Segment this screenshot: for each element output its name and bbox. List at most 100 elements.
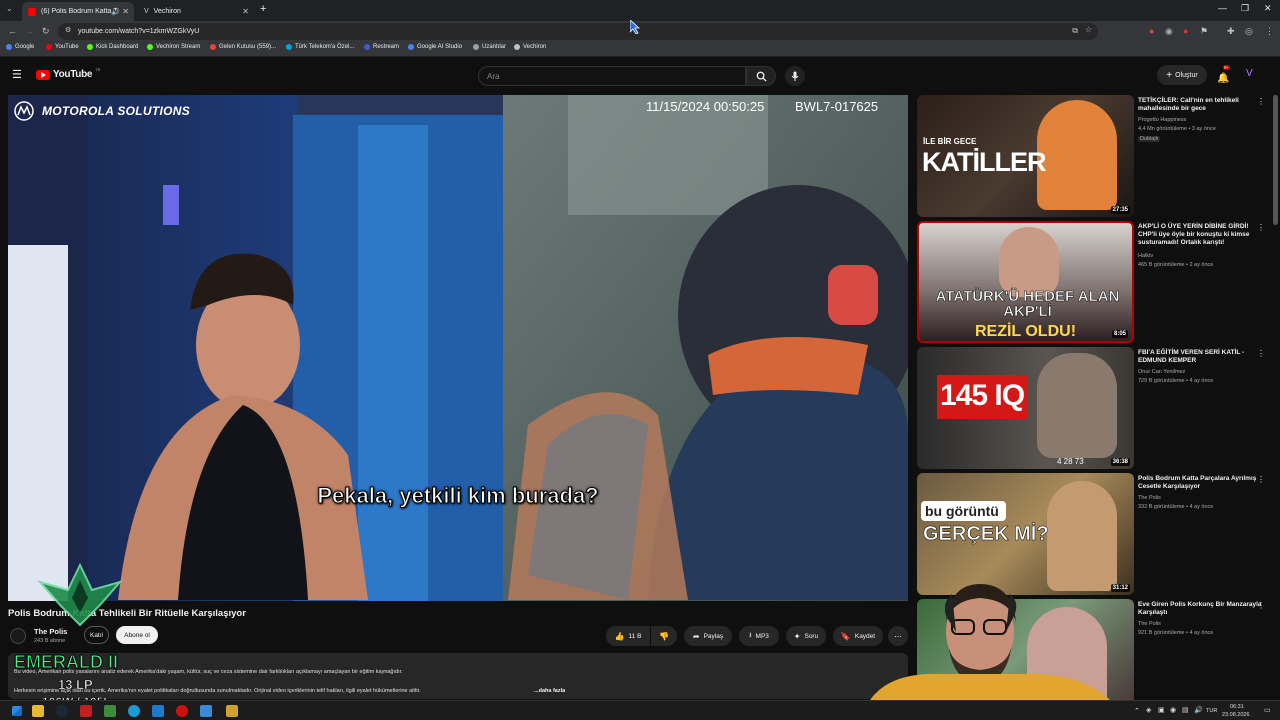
bookmark-kick-dashboard[interactable]: Kick Dashboard bbox=[87, 44, 138, 50]
recommendation-item[interactable]: ATATÜRK'Ü HEDEF ALAN AKP'Lİ REZİL OLDU! … bbox=[917, 221, 1267, 343]
app-icon[interactable] bbox=[226, 705, 238, 717]
video-player[interactable]: MOTOROLA SOLUTIONS 11/15/2024 00:50:25 B… bbox=[8, 95, 908, 601]
recommendation-meta: 332 B görüntüleme • 4 ay önce bbox=[1138, 504, 1214, 510]
profile-icon[interactable]: ◎ bbox=[1245, 26, 1253, 37]
youtube-logo[interactable]: YouTube TR bbox=[36, 67, 101, 80]
page-scrollbar[interactable] bbox=[1273, 95, 1278, 225]
recommendation-title[interactable]: Polis Bodrum Katta Parçalara Ayrılmış Ce… bbox=[1138, 475, 1266, 491]
bookmark-vechiron-stream[interactable]: Vechiron Stream bbox=[147, 44, 200, 50]
clock-time[interactable]: 06:31 bbox=[1230, 704, 1244, 710]
bookmark-youtube[interactable]: YouTube bbox=[46, 44, 79, 50]
vechiron-icon bbox=[514, 44, 520, 50]
recommendation-thumbnail[interactable]: İLE BİR GECE KATİLLER 27:35 bbox=[917, 95, 1134, 217]
channel-avatar[interactable] bbox=[10, 628, 26, 644]
bookmark-star-icon[interactable]: ☆ bbox=[1085, 25, 1092, 34]
recommendation-thumbnail[interactable]: 145 IQ 4 28 73 36:38 bbox=[917, 347, 1134, 469]
tab-search-icon[interactable]: ⌄ bbox=[6, 4, 13, 13]
share-button[interactable]: ➦ Paylaş bbox=[684, 626, 732, 646]
thumbnail-small-text: 4 28 73 bbox=[1057, 457, 1084, 466]
thumbs-up-icon: 👍 bbox=[614, 631, 625, 641]
start-icon[interactable] bbox=[12, 706, 22, 716]
reload-icon[interactable]: ↻ bbox=[42, 26, 50, 37]
more-options-icon[interactable]: ⋮ bbox=[1257, 475, 1265, 484]
recommendation-channel[interactable]: Progetto Happiness bbox=[1138, 117, 1186, 123]
recommendation-channel[interactable]: The Polis bbox=[1138, 621, 1161, 627]
tray-app-icon[interactable]: ▣ bbox=[1158, 706, 1165, 714]
install-icon[interactable]: ⧉ bbox=[1072, 26, 1078, 36]
app-icon[interactable] bbox=[80, 705, 92, 717]
description-box[interactable]: Bu video, Amerikan polis yasalarını anal… bbox=[8, 653, 908, 699]
like-button[interactable]: 👍 11 B bbox=[606, 626, 650, 646]
bookmark-extensions[interactable]: Uzantılar bbox=[473, 44, 506, 50]
clock-date[interactable]: 23.08.2026 bbox=[1222, 712, 1250, 718]
browser-toolbar: ← → ↻ ⚙ youtube.com/watch?v=1zkmWZGkVyU … bbox=[0, 21, 1280, 42]
tab-vechiron[interactable]: V Vechiron ✕ bbox=[138, 2, 254, 21]
show-more-link[interactable]: ...daha fazla bbox=[534, 688, 565, 694]
app-icon[interactable] bbox=[200, 705, 212, 717]
bookmark-gmail[interactable]: Gelen Kutusu (559)... bbox=[210, 44, 276, 50]
browser-menu-icon[interactable]: ⋮ bbox=[1265, 26, 1274, 37]
file-explorer-icon[interactable] bbox=[32, 705, 44, 717]
tray-app-icon[interactable]: ◉ bbox=[1170, 706, 1176, 714]
recommendation-channel[interactable]: Halktv bbox=[1138, 253, 1153, 259]
maximize-icon[interactable]: ❐ bbox=[1241, 3, 1249, 14]
ask-button[interactable]: ✦ Soru bbox=[786, 626, 826, 646]
more-options-icon[interactable]: ⋮ bbox=[1257, 97, 1265, 106]
recommendation-title[interactable]: Eve Giren Polis Korkunç Bir Manzarayla K… bbox=[1138, 601, 1266, 617]
bookmark-ai-studio[interactable]: Google AI Studio bbox=[408, 44, 462, 50]
create-button[interactable]: + Oluştur bbox=[1157, 65, 1207, 85]
forward-icon[interactable]: → bbox=[25, 26, 34, 37]
recommendation-thumbnail[interactable]: ATATÜRK'Ü HEDEF ALAN AKP'Lİ REZİL OLDU! … bbox=[917, 221, 1134, 343]
extension-icon[interactable]: ● bbox=[1183, 26, 1188, 37]
recommendation-channel[interactable]: Onur Can Yenilmez bbox=[1138, 369, 1185, 375]
more-options-icon[interactable]: ⋮ bbox=[1257, 223, 1265, 232]
recommendation-title[interactable]: TETİKÇİLER: Call'nin en tehlikeli mahall… bbox=[1138, 97, 1266, 113]
extension-icon[interactable]: ⚑ bbox=[1200, 26, 1208, 37]
bookmark-turk-telekom[interactable]: Türk Telekom'a Özel... bbox=[286, 44, 354, 50]
tray-chevron-icon[interactable]: ⌃ bbox=[1134, 707, 1140, 715]
recommendation-item[interactable]: 145 IQ 4 28 73 36:38 FBI'A EĞİTİM VEREN … bbox=[917, 347, 1267, 469]
tab-close-icon[interactable]: ✕ bbox=[242, 7, 249, 16]
more-options-icon[interactable]: ⋮ bbox=[1257, 349, 1265, 358]
recommendation-item[interactable]: İLE BİR GECE KATİLLER 27:35 TETİKÇİLER: … bbox=[917, 95, 1267, 217]
recommendation-title[interactable]: FBI'A EĞİTİM VEREN SERİ KATİL - EDMUND K… bbox=[1138, 349, 1266, 365]
tab-close-icon[interactable]: ✕ bbox=[122, 7, 129, 16]
search-input[interactable]: Ara bbox=[478, 66, 746, 86]
mp3-button[interactable]: ⭳ MP3 bbox=[739, 626, 779, 646]
tab-youtube[interactable]: (6) Polis Bodrum Katta Tehl 🔊 ✕ bbox=[22, 2, 134, 21]
app-icon[interactable] bbox=[176, 705, 188, 717]
steam-icon[interactable] bbox=[56, 705, 68, 717]
back-icon[interactable]: ← bbox=[8, 26, 17, 37]
webcam-frame bbox=[870, 584, 1110, 700]
dislike-button[interactable]: 👎 bbox=[651, 626, 677, 646]
voice-search-button[interactable] bbox=[785, 66, 805, 86]
bookmark-google[interactable]: Google bbox=[6, 44, 34, 50]
volume-icon[interactable]: 🔊 bbox=[1194, 706, 1203, 714]
extension-icon[interactable]: ◉ bbox=[1165, 26, 1173, 37]
site-info-icon[interactable]: ⚙ bbox=[65, 26, 71, 34]
new-tab-button[interactable]: + bbox=[260, 3, 266, 15]
minimize-icon[interactable]: — bbox=[1218, 3, 1227, 13]
extension-icon[interactable]: ● bbox=[1149, 26, 1154, 37]
address-bar[interactable]: ⚙ youtube.com/watch?v=1zkmWZGkVyU ⧉ ☆ bbox=[58, 23, 1098, 40]
network-icon[interactable]: ▤ bbox=[1182, 706, 1189, 714]
language-indicator[interactable]: TUR bbox=[1206, 708, 1217, 714]
window-close-icon[interactable]: ✕ bbox=[1264, 3, 1272, 14]
vscode-icon[interactable] bbox=[152, 705, 164, 717]
hamburger-menu-icon[interactable]: ☰ bbox=[12, 68, 22, 81]
tray-app-icon[interactable]: ◈ bbox=[1146, 706, 1151, 714]
recommendation-title[interactable]: AKP'Lİ O ÜYE YERİN DİBİNE GİRDİ! CHP'li … bbox=[1138, 223, 1266, 247]
recommendation-channel[interactable]: The Polis bbox=[1138, 495, 1161, 501]
camera-device-id: BWL7-017625 bbox=[795, 99, 879, 114]
edge-icon[interactable] bbox=[128, 705, 140, 717]
bookmark-vechiron[interactable]: Vechiron bbox=[514, 44, 546, 50]
tab-audio-icon[interactable]: 🔊 bbox=[111, 8, 120, 16]
app-icon[interactable] bbox=[104, 705, 116, 717]
extensions-puzzle-icon[interactable]: ✚ bbox=[1227, 26, 1235, 37]
bookmark-restream[interactable]: Restream bbox=[364, 44, 399, 50]
account-avatar-icon[interactable]: V bbox=[1246, 68, 1253, 79]
more-options-icon[interactable]: ⋮ bbox=[1257, 601, 1265, 610]
notifications-button[interactable]: 🔔 9+ bbox=[1217, 65, 1231, 86]
notification-center-icon[interactable]: ▭ bbox=[1264, 706, 1271, 714]
search-button[interactable] bbox=[746, 66, 776, 86]
